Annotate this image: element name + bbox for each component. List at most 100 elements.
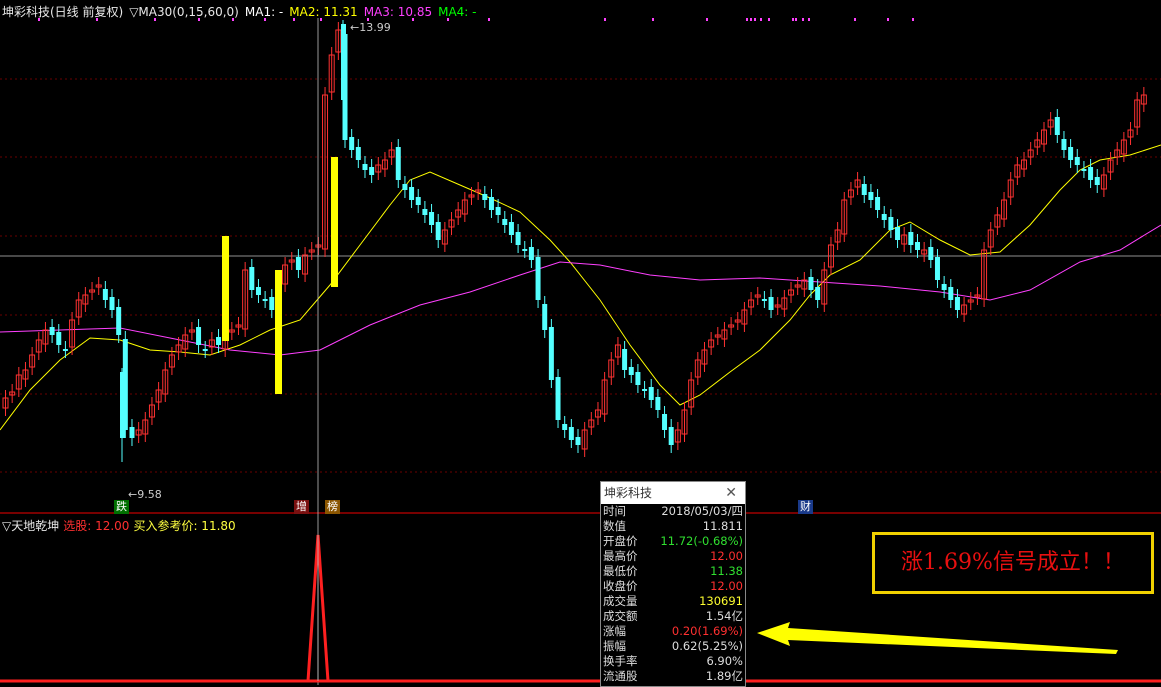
candle-down (941, 284, 947, 290)
info-row-label: 最高价 (603, 549, 638, 563)
info-row-label: 涨幅 (603, 624, 626, 638)
ma4-value: MA4: - (438, 5, 477, 19)
signal-dot (802, 18, 804, 21)
candle-down (575, 437, 581, 445)
signal-dot (808, 18, 810, 21)
signal-dot (912, 18, 914, 21)
candle-down (369, 167, 375, 175)
low-price-label: ←9.58 (128, 488, 162, 501)
candle-down (515, 232, 521, 245)
candle-down (528, 247, 534, 260)
candle-down (482, 194, 488, 200)
candle-down (928, 247, 934, 260)
candle-down (562, 424, 568, 430)
candle-down (768, 297, 774, 310)
candle-down (622, 349, 628, 370)
info-row: 开盘价 11.72(-0.68%) (601, 534, 745, 549)
candle-down (542, 304, 548, 330)
info-row-label: 流通股 (603, 669, 638, 683)
info-row: 换手率 6.90% (601, 654, 745, 669)
candle-down (402, 184, 408, 190)
candle-down (868, 192, 874, 200)
candlesticks (2, 20, 1147, 462)
indicator-title[interactable]: ▽天地乾坤 (2, 519, 59, 533)
event-tag-fall[interactable]: 跌 (114, 500, 129, 514)
event-tag-increase[interactable]: 增 (294, 500, 309, 514)
candle-down (662, 414, 668, 430)
candle-down (875, 197, 881, 210)
info-row: 涨幅 0.20(1.69%) (601, 624, 745, 639)
info-row-value: 1.54亿 (705, 609, 743, 623)
info-row-label: 成交额 (603, 609, 638, 623)
candle-down (395, 147, 401, 180)
candle-down (1054, 117, 1060, 135)
info-window-header[interactable]: 坤彩科技 ✕ (601, 482, 745, 504)
candle-down (1061, 139, 1067, 150)
info-row: 成交额 1.54亿 (601, 609, 745, 624)
candle-down (355, 147, 361, 160)
signal-dot (854, 18, 856, 21)
candle-down (895, 227, 901, 240)
candle-down (202, 349, 208, 351)
info-row: 振幅 0.62(5.25%) (601, 639, 745, 654)
info-row-label: 时间 (603, 504, 626, 518)
info-row-label: 收盘价 (603, 579, 638, 593)
signal-dot (604, 18, 606, 21)
chart-title[interactable]: 坤彩科技(日线 前复权) (2, 5, 123, 19)
info-row-label: 振幅 (603, 639, 626, 653)
event-tag-finance[interactable]: 财 (798, 500, 813, 514)
high-price-label: ←13.99 (350, 21, 391, 34)
candle-down (102, 289, 108, 300)
info-row-label: 换手率 (603, 654, 638, 668)
candle-down (1068, 147, 1074, 160)
info-row-label: 最低价 (603, 564, 638, 578)
candle-down (255, 287, 261, 295)
info-window[interactable]: 坤彩科技 ✕ 时间 2018/05/03/四 数值 11.811 开盘价 11.72(-0… (600, 481, 746, 687)
info-row: 成交量 130691 (601, 594, 745, 609)
info-row: 数值 11.811 (601, 519, 745, 534)
signal-dot (750, 18, 752, 21)
info-row-value: 11.38 (710, 564, 743, 578)
candle-down (934, 257, 940, 280)
info-row-value: 12.00 (710, 549, 743, 563)
indicator-name[interactable]: ▽MA30(0,15,60,0) (129, 5, 239, 19)
info-row-label: 数值 (603, 519, 626, 533)
candle-down (668, 427, 674, 445)
arrow-shape (757, 622, 1118, 654)
candle-down (1074, 157, 1080, 165)
close-icon[interactable]: ✕ (725, 482, 737, 504)
candle-down (502, 219, 508, 225)
signal-dot (795, 18, 797, 21)
candle-down (642, 389, 648, 391)
low-price-value: 9.58 (137, 488, 162, 501)
buy-reference-value: 买入参考价: 11.80 (133, 519, 236, 533)
info-row-value: 12.00 (710, 579, 743, 593)
signal-dot (746, 18, 748, 21)
event-tag-list[interactable]: 榜 (325, 500, 340, 514)
candle-down (815, 287, 821, 300)
candle-down (295, 257, 301, 270)
candle-down (435, 222, 441, 240)
high-price-value: 13.99 (359, 21, 391, 34)
candle-down (568, 427, 574, 440)
signal-bar (222, 236, 229, 341)
candle-down (409, 187, 415, 200)
candle-down (415, 197, 421, 205)
candle-down (628, 367, 634, 375)
info-row: 流通股 1.89亿 (601, 669, 745, 684)
candle-down (349, 137, 355, 150)
candle-down (761, 299, 767, 301)
signal-dot (488, 18, 490, 21)
candle-down (129, 427, 135, 438)
candle-down (648, 387, 654, 400)
indicator-legend: ▽天地乾坤 选股: 12.00 买入参考价: 11.80 (2, 517, 240, 533)
candle-down (1094, 177, 1100, 185)
candle-down (655, 397, 661, 410)
info-row-value: 130691 (699, 594, 743, 608)
candle-down (196, 327, 202, 345)
ma3-value: MA3: 10.85 (363, 5, 433, 19)
info-row-value: 11.811 (702, 519, 743, 533)
candle-down (49, 327, 55, 335)
info-row-value: 0.20(1.69%) (671, 624, 743, 638)
highlight-arrow (757, 622, 1118, 654)
